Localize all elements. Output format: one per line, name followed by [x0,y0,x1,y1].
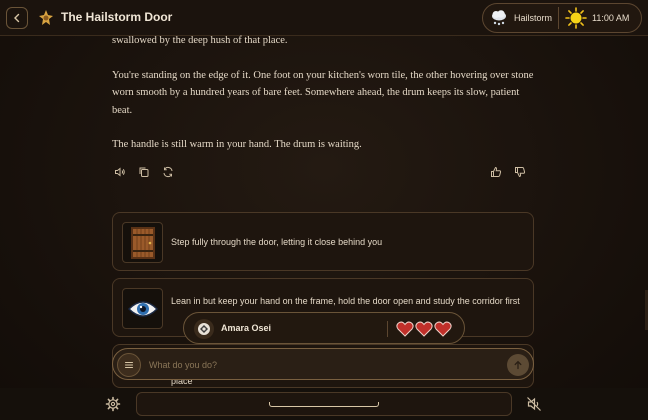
speaker-muted-icon [527,397,541,411]
page-title: The Hailstorm Door [61,10,173,24]
app-root: The Hailstorm Door Hailstorm 11:00 AM sw… [0,0,648,420]
mute-button[interactable] [526,396,542,412]
sun-icon [565,7,587,29]
character-name: Amara Osei [221,323,272,333]
heart-icon [396,321,414,337]
copy-icon [139,167,149,177]
avatar [194,319,214,339]
bottom-panel[interactable] [136,392,512,416]
door-icon [130,226,155,259]
heart-icon [415,321,433,337]
read-aloud-button[interactable] [112,164,128,180]
regenerate-icon [163,166,173,178]
settings-button[interactable] [105,396,121,412]
weather-label: Hailstorm [514,13,553,23]
gear-icon [105,396,121,412]
choice-text: Lean in but keep your hand on the frame,… [171,296,520,306]
story-paragraph: The handle is still warm in your hand. T… [112,139,362,150]
choice-thumbnail [122,222,163,263]
regenerate-button[interactable] [160,164,176,180]
send-button[interactable] [507,354,529,376]
message-actions-right [488,162,528,182]
time-label: 11:00 AM [592,13,630,23]
bottom-toolbar [0,388,648,420]
affection-hearts [396,321,452,337]
choice-option[interactable]: Step fully through the door, letting it … [112,212,534,271]
menu-button[interactable] [117,353,141,377]
arrow-up-icon [514,360,522,370]
action-input[interactable] [149,357,489,373]
action-input-bar [112,348,534,380]
character-status[interactable]: Amara Osei [183,312,465,344]
time-status[interactable]: 11:00 AM [559,4,635,32]
speaker-icon [115,167,125,177]
choice-thumbnail [122,288,163,329]
copy-button[interactable] [136,164,152,180]
character-avatar-icon [198,323,210,335]
dislike-button[interactable] [512,164,528,180]
story-cut-line: swallowed by the deep hush of that place… [112,35,288,46]
app-logo-icon [36,8,56,28]
drag-handle[interactable] [269,402,379,407]
chevron-left-icon [14,13,20,23]
thumbs-up-icon [491,166,502,177]
story-paragraph: You're standing on the edge of it. One f… [112,69,534,116]
divider [387,321,388,337]
hail-cloud-icon [492,10,506,26]
like-button[interactable] [488,164,504,180]
story-message: swallowed by the deep hush of that place… [112,28,536,171]
thumbs-down-icon [515,167,526,178]
hamburger-icon [124,361,134,369]
back-button[interactable] [6,7,28,29]
heart-icon [434,321,452,337]
eye-icon [127,300,158,317]
message-actions-left [112,162,176,182]
choice-text: Step fully through the door, letting it … [171,237,383,247]
